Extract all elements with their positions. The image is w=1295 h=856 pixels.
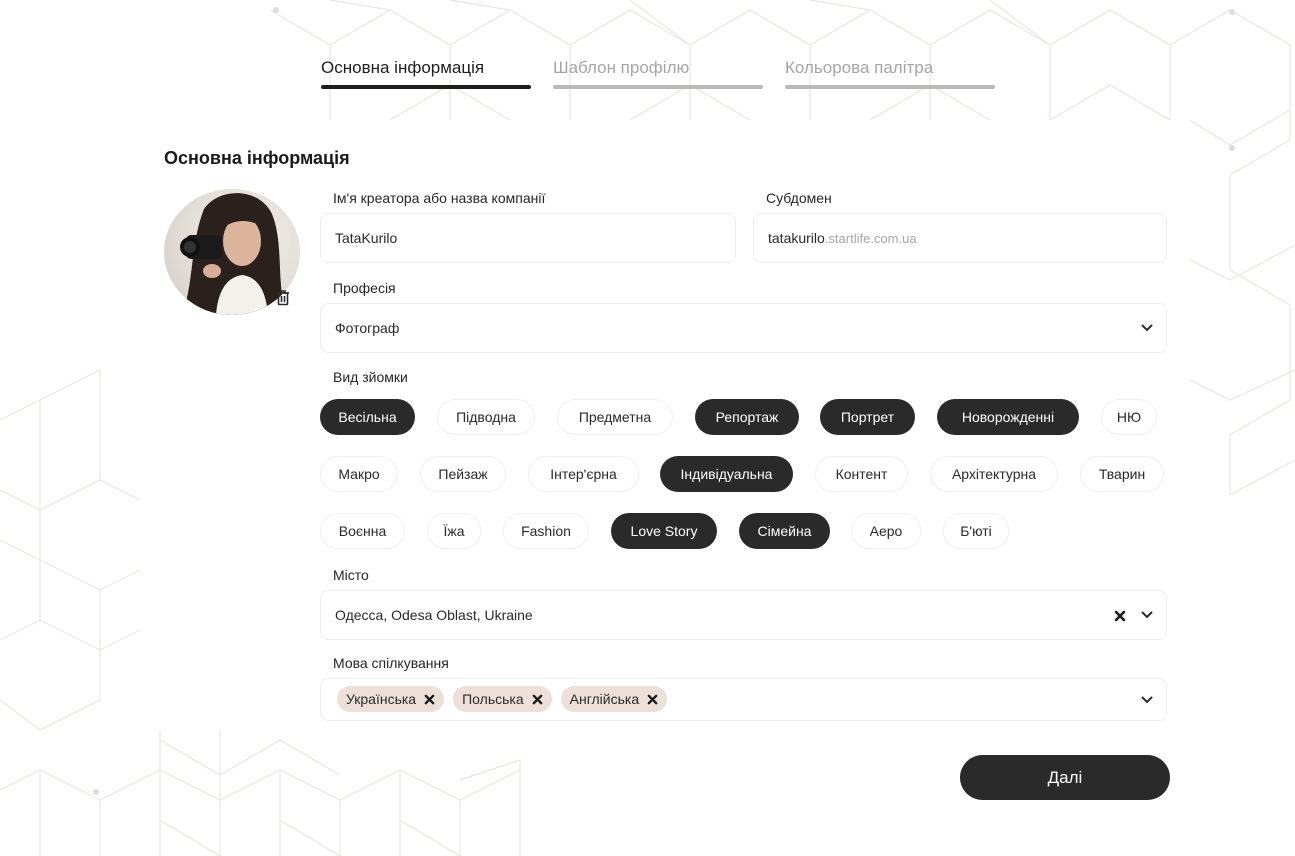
chevron-down-icon[interactable] — [1140, 610, 1154, 620]
language-label: Мова спілкування — [333, 655, 449, 671]
subdomain-suffix: .startlife.com.ua — [824, 230, 917, 246]
creator-name-value: TataKurilo — [335, 230, 398, 246]
wizard-steps: Основна інформація Шаблон профілю Кольор… — [321, 56, 995, 89]
next-button[interactable]: Далі — [960, 755, 1170, 800]
chip-macro[interactable]: Макро — [320, 456, 398, 492]
chip-nude[interactable]: НЮ — [1101, 399, 1157, 435]
step-basic-info-label: Основна інформація — [321, 58, 485, 77]
chip-food[interactable]: Їжа — [427, 513, 481, 549]
chip-interior[interactable]: Інтер'єрна — [528, 456, 639, 492]
chip-newborn[interactable]: Новорожденні — [937, 399, 1079, 435]
step-color-palette[interactable]: Кольорова палітра — [785, 56, 995, 89]
chip-portrait[interactable]: Портрет — [820, 399, 915, 435]
language-tag-polish: Польська — [453, 686, 552, 712]
profession-value: Фотограф — [335, 320, 400, 336]
language-tags: Українська Польська Англійська — [337, 686, 668, 712]
city-select[interactable]: Одесса, Odesa Oblast, Ukraine — [320, 590, 1167, 640]
chip-product[interactable]: Предметна — [557, 399, 673, 435]
language-tag-label: Англійська — [569, 691, 640, 707]
shoot-type-label: Вид зйомки — [333, 369, 408, 385]
creator-name-label: Ім'я креатора або назва компанії — [333, 190, 546, 206]
remove-tag-icon[interactable] — [532, 694, 543, 705]
chip-landscape[interactable]: Пейзаж — [420, 456, 506, 492]
language-tag-label: Українська — [346, 691, 417, 707]
chip-architecture[interactable]: Архітектурна — [930, 456, 1058, 492]
chip-individual[interactable]: Індивідуальна — [660, 456, 793, 492]
chip-animals[interactable]: Тварин — [1080, 456, 1164, 492]
chip-military[interactable]: Воєнна — [320, 513, 405, 549]
profession-label: Професія — [333, 280, 396, 296]
clear-icon[interactable] — [1114, 610, 1126, 622]
chip-beauty[interactable]: Б'юті — [943, 513, 1009, 549]
language-tag-english: Англійська — [560, 686, 668, 712]
step-profile-template-label: Шаблон профілю — [553, 58, 690, 77]
city-label: Місто — [333, 567, 369, 583]
profession-select[interactable]: Фотограф — [320, 303, 1167, 353]
language-tag-ukrainian: Українська — [337, 686, 445, 712]
trash-icon[interactable] — [273, 288, 293, 308]
chip-content[interactable]: Контент — [815, 456, 908, 492]
chevron-down-icon[interactable] — [1140, 695, 1154, 705]
step-profile-template-indicator — [553, 85, 763, 89]
step-basic-info-indicator — [321, 85, 531, 89]
step-color-palette-indicator — [785, 85, 995, 89]
chevron-down-icon[interactable] — [1140, 323, 1154, 333]
chip-reportage[interactable]: Репортаж — [695, 399, 799, 435]
section-title: Основна інформація — [164, 148, 350, 168]
chip-family[interactable]: Сімейна — [739, 513, 830, 549]
chip-wedding[interactable]: Весільна — [320, 399, 415, 435]
step-profile-template[interactable]: Шаблон профілю — [553, 56, 763, 89]
chip-love-story[interactable]: Love Story — [611, 513, 717, 549]
chip-aero[interactable]: Аеро — [851, 513, 921, 549]
chip-underwater[interactable]: Підводна — [437, 399, 535, 435]
remove-tag-icon[interactable] — [424, 694, 435, 705]
subdomain-value: tatakurilo — [768, 230, 825, 246]
subdomain-label: Субдомен — [766, 190, 832, 206]
remove-tag-icon[interactable] — [647, 694, 658, 705]
creator-name-field[interactable]: TataKurilo — [320, 213, 736, 263]
language-tag-label: Польська — [462, 691, 524, 707]
city-value: Одесса, Odesa Oblast, Ukraine — [335, 607, 533, 623]
subdomain-field[interactable]: tatakurilo .startlife.com.ua — [753, 213, 1167, 263]
step-color-palette-label: Кольорова палітра — [785, 58, 934, 77]
step-basic-info[interactable]: Основна інформація — [321, 56, 531, 89]
chip-fashion[interactable]: Fashion — [503, 513, 589, 549]
